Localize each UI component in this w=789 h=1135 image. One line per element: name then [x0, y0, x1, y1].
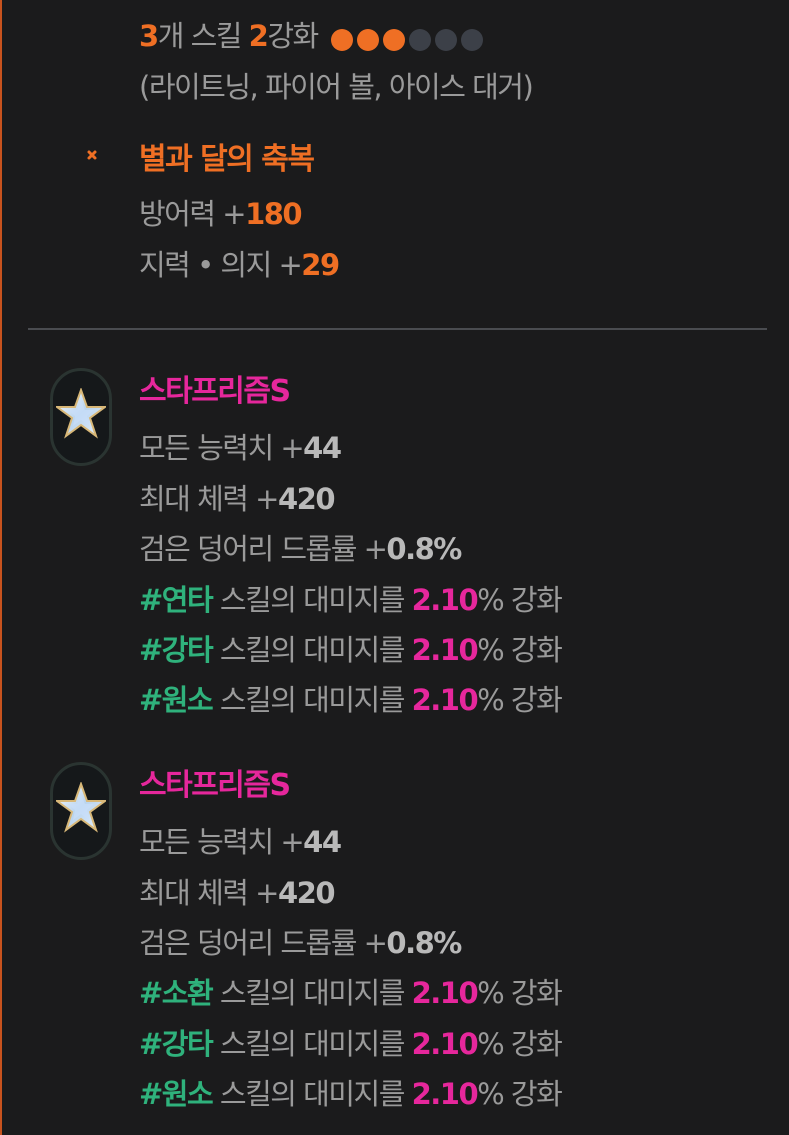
skill-text: 스킬의 대미지를 — [212, 1077, 412, 1111]
blessing-stat-int-will: 지력 • 의지 +29 — [139, 248, 340, 282]
skill-suffix: % 강화 — [477, 976, 563, 1010]
blessing-title: 별과 달의 축복 — [139, 142, 315, 177]
gem-skill-line: #원소 스킬의 대미지를 2.10% 강화 — [139, 1077, 563, 1111]
skill-suffix: % 강화 — [477, 1027, 563, 1061]
set-skills-line: (라이트닝, 파이어 볼, 아이스 대거) — [139, 70, 534, 104]
gem-stat-drop: 검은 덩어리 드롭률 +0.8% — [139, 532, 462, 566]
stat-label: 최대 체력 + — [139, 482, 279, 516]
star-gem-icon — [56, 782, 106, 833]
stat-value: 180 — [245, 197, 303, 231]
skill-tag: #강타 — [139, 633, 214, 667]
moon-star-icon — [71, 147, 100, 178]
skill-tag: #연타 — [139, 583, 214, 617]
tooltip-left-border — [0, 0, 2, 1135]
gem-stat-all: 모든 능력치 +44 — [139, 431, 342, 465]
enhance-dot — [357, 29, 380, 51]
blessing-stat-defense: 방어력 +180 — [139, 197, 303, 231]
gem-slot — [50, 762, 112, 860]
skill-count: 3 — [139, 19, 159, 53]
stat-value: 44 — [303, 825, 342, 859]
enhance-dot — [409, 29, 432, 51]
skill-value: 2.10 — [411, 583, 479, 617]
stat-value: 0.8% — [386, 532, 462, 566]
stat-value: 420 — [277, 482, 336, 516]
gem-stat-hp: 최대 체력 +420 — [139, 482, 336, 516]
gem-skill-line: #원소 스킬의 대미지를 2.10% 강화 — [139, 683, 563, 717]
skill-tag: #원소 — [139, 1077, 214, 1111]
stat-value: 44 — [303, 431, 342, 465]
stat-value: 0.8% — [386, 926, 462, 960]
skill-suffix: % 강화 — [477, 1077, 563, 1111]
gem-skill-line: #소환 스킬의 대미지를 2.10% 강화 — [139, 976, 563, 1010]
set-bonus-line: 3개 스킬 2강화 — [139, 19, 487, 55]
stat-value: 29 — [301, 248, 340, 282]
enhance-dot — [331, 29, 354, 51]
skill-value: 2.10 — [411, 976, 479, 1010]
stat-value: 420 — [277, 876, 336, 910]
gem-slot — [50, 368, 112, 466]
gem-title: 스타프리즘S — [139, 768, 291, 803]
stat-label: 모든 능력치 + — [139, 825, 305, 859]
skill-tag: #소환 — [139, 976, 214, 1010]
skill-value: 2.10 — [411, 683, 479, 717]
skill-suffix: % 강화 — [477, 633, 563, 667]
skill-text: 스킬의 대미지를 — [212, 683, 412, 717]
skill-value: 2.10 — [411, 633, 479, 667]
gem-skill-line: #강타 스킬의 대미지를 2.10% 강화 — [139, 633, 563, 667]
skill-suffix: % 강화 — [477, 583, 563, 617]
skill-text: 스킬의 대미지를 — [212, 1027, 412, 1061]
enhance-dot — [435, 29, 458, 51]
enhance-dot — [461, 29, 484, 51]
star-gem-icon — [56, 388, 106, 439]
stat-label: 모든 능력치 + — [139, 431, 305, 465]
enhance-dots — [331, 21, 487, 55]
section-divider — [28, 328, 767, 330]
skill-value: 2.10 — [411, 1077, 479, 1111]
gem-stat-hp: 최대 체력 +420 — [139, 876, 336, 910]
stat-label: 방어력 + — [139, 197, 247, 231]
skill-tag: #강타 — [139, 1027, 214, 1061]
stat-label: 최대 체력 + — [139, 876, 279, 910]
stat-label: 검은 덩어리 드롭률 + — [139, 532, 388, 566]
skill-text: 스킬의 대미지를 — [212, 633, 412, 667]
skill-suffix: % 강화 — [477, 683, 563, 717]
gem-skill-line: #연타 스킬의 대미지를 2.10% 강화 — [139, 583, 563, 617]
gem-stat-drop: 검은 덩어리 드롭률 +0.8% — [139, 926, 462, 960]
skill-text: 스킬의 대미지를 — [212, 583, 412, 617]
stat-label: 검은 덩어리 드롭률 + — [139, 926, 388, 960]
gem-skill-line: #강타 스킬의 대미지를 2.10% 강화 — [139, 1027, 563, 1061]
enhance-dot — [383, 29, 406, 51]
skill-count-suffix: 개 스킬 — [157, 19, 249, 53]
gem-stat-all: 모든 능력치 +44 — [139, 825, 342, 859]
enhance-level: 2 — [248, 19, 269, 53]
enhance-level-suffix: 강화 — [267, 19, 319, 53]
skill-tag: #원소 — [139, 683, 214, 717]
skill-text: 스킬의 대미지를 — [212, 976, 412, 1010]
stat-label: 지력 • 의지 + — [139, 248, 303, 282]
skill-value: 2.10 — [411, 1027, 479, 1061]
gem-title: 스타프리즘S — [139, 374, 291, 409]
